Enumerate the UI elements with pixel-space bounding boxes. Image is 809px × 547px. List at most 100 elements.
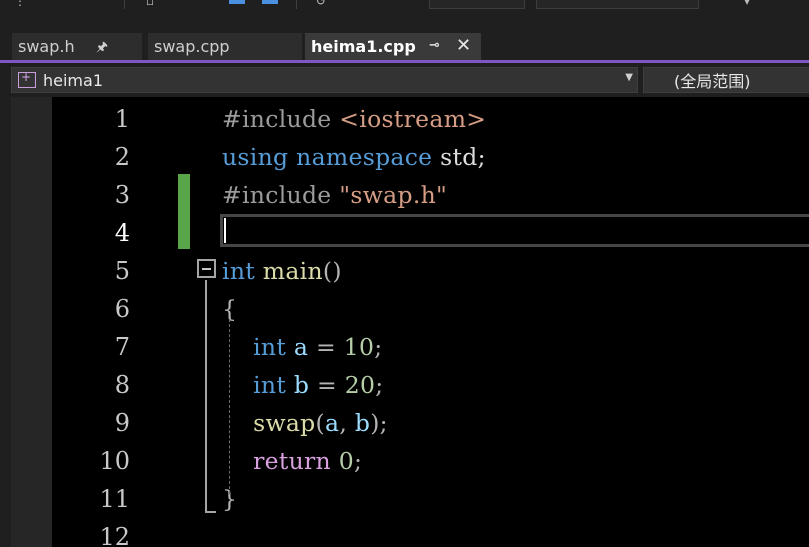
project-icon bbox=[18, 70, 36, 88]
platform-dropdown[interactable] bbox=[536, 0, 699, 9]
code-text[interactable]: return 0; bbox=[222, 442, 362, 480]
code-token: swap bbox=[253, 409, 316, 437]
code-token: b bbox=[354, 409, 371, 437]
code-token: namespace bbox=[296, 143, 441, 171]
code-token: a bbox=[325, 409, 340, 437]
code-token: int bbox=[253, 333, 294, 361]
tab-swap-cpp[interactable]: swap.cpp bbox=[148, 33, 302, 60]
code-token: 0 bbox=[338, 447, 355, 475]
code-token: = bbox=[308, 333, 344, 361]
save-icon[interactable] bbox=[229, 0, 245, 4]
line-number: 11 bbox=[99, 485, 130, 513]
code-editor[interactable]: 1 #include <iostream> 2 using namespace std… bbox=[0, 97, 809, 547]
outline-fold-end bbox=[205, 511, 216, 513]
code-token: 10 bbox=[343, 333, 375, 361]
code-text[interactable]: #include "swap.h" bbox=[222, 176, 447, 214]
outline-fold-line bbox=[205, 280, 207, 513]
code-line[interactable]: 9 swap(a, b); bbox=[52, 404, 809, 442]
selection-margin[interactable] bbox=[11, 97, 52, 547]
code-text[interactable]: int a = 10; bbox=[222, 328, 382, 366]
text-caret bbox=[224, 218, 226, 243]
code-token: #include bbox=[222, 181, 340, 209]
tab-label: swap.cpp bbox=[154, 37, 230, 56]
code-token: int bbox=[222, 257, 263, 285]
code-token: = bbox=[309, 371, 345, 399]
pin-icon[interactable]: ⊸ bbox=[429, 38, 440, 53]
code-token: , bbox=[339, 409, 355, 437]
code-token: "swap.h" bbox=[339, 181, 448, 209]
tab-label: heima1.cpp bbox=[311, 37, 416, 56]
code-token: std; bbox=[440, 143, 486, 171]
chevron-down-icon[interactable]: ▼ bbox=[625, 72, 633, 83]
tab-label: swap.h bbox=[18, 37, 75, 56]
pin-icon[interactable]: 🖈 bbox=[96, 38, 108, 60]
save-all-icon[interactable] bbox=[262, 0, 278, 4]
document-tab-strip: swap.h 🖈 swap.cpp heima1.cpp ⊸ ✕ bbox=[0, 20, 809, 62]
code-token: ( bbox=[315, 409, 325, 437]
code-line[interactable]: 11} bbox=[52, 480, 809, 518]
code-line[interactable]: 12 bbox=[52, 518, 809, 547]
toolbar-separator bbox=[296, 0, 297, 9]
line-number: 4 bbox=[114, 219, 130, 247]
line-number: 7 bbox=[114, 333, 130, 361]
indent-guide bbox=[229, 319, 230, 494]
line-number: 1 bbox=[114, 105, 130, 133]
code-text[interactable]: int b = 20; bbox=[222, 366, 383, 404]
toolbar-overflow-icon[interactable]: ▾ bbox=[744, 0, 750, 8]
code-line[interactable]: 10 return 0; bbox=[52, 442, 809, 480]
toolbar-overflow-icon[interactable]: ⋮ bbox=[14, 0, 26, 8]
scope-label: (全局范围) bbox=[674, 72, 751, 91]
code-token: b bbox=[293, 371, 310, 399]
code-line[interactable]: 8 int b = 20; bbox=[52, 366, 809, 404]
code-token: #include bbox=[222, 105, 340, 133]
tab-swap-h[interactable]: swap.h 🖈 bbox=[12, 33, 142, 60]
code-text[interactable]: using namespace std; bbox=[222, 138, 486, 176]
collapse-icon[interactable] bbox=[197, 259, 216, 278]
code-text[interactable]: #include <iostream> bbox=[222, 100, 486, 138]
line-number: 5 bbox=[114, 257, 130, 285]
code-line[interactable]: 2 using namespace std; bbox=[52, 138, 809, 176]
new-item-icon[interactable]: ▫ bbox=[146, 0, 154, 8]
line-number: 8 bbox=[114, 371, 130, 399]
close-icon[interactable]: ✕ bbox=[456, 35, 471, 56]
navigation-bar: heima1 ▼ (全局范围) bbox=[0, 63, 809, 97]
scope-dropdown[interactable]: (全局范围) bbox=[643, 67, 809, 93]
line-number: 9 bbox=[114, 409, 130, 437]
undo-icon[interactable]: ↺ bbox=[316, 0, 326, 8]
unsaved-changes-marker bbox=[178, 174, 190, 249]
code-line[interactable]: 1 #include <iostream> bbox=[52, 100, 809, 138]
tab-heima1-cpp[interactable]: heima1.cpp ⊸ ✕ bbox=[305, 33, 481, 60]
code-token: using bbox=[222, 143, 297, 171]
configuration-dropdown[interactable] bbox=[429, 0, 525, 9]
code-text[interactable]: int main() bbox=[222, 252, 342, 290]
code-token: ; bbox=[374, 333, 383, 361]
toolbar-separator bbox=[124, 0, 125, 9]
project-dropdown[interactable]: heima1 ▼ bbox=[11, 67, 638, 93]
code-token: a bbox=[293, 333, 309, 361]
code-line[interactable]: 5 int main() bbox=[52, 252, 809, 290]
code-token: ; bbox=[354, 447, 363, 475]
editor-left-edge bbox=[0, 97, 11, 547]
code-text[interactable]: swap(a, b); bbox=[222, 404, 388, 442]
line-number: 12 bbox=[99, 523, 130, 547]
line-number: 6 bbox=[114, 295, 130, 323]
line-number: 10 bbox=[99, 447, 130, 475]
code-token: <iostream> bbox=[339, 105, 487, 133]
code-token: return bbox=[253, 447, 339, 475]
line-number: 3 bbox=[114, 181, 130, 209]
code-line[interactable]: 7 int a = 10; bbox=[52, 328, 809, 366]
code-token: main bbox=[262, 257, 323, 285]
code-token: ; bbox=[375, 371, 384, 399]
code-line[interactable]: 6{ bbox=[52, 290, 809, 328]
code-token: 20 bbox=[344, 371, 376, 399]
code-token: int bbox=[253, 371, 294, 399]
project-name: heima1 bbox=[43, 70, 103, 90]
line-number: 2 bbox=[114, 143, 130, 171]
top-toolbar: ⋮ ▫ ↺ ▾ bbox=[0, 0, 809, 20]
code-token: () bbox=[322, 257, 342, 285]
code-line[interactable]: 3 #include "swap.h" bbox=[52, 176, 809, 214]
